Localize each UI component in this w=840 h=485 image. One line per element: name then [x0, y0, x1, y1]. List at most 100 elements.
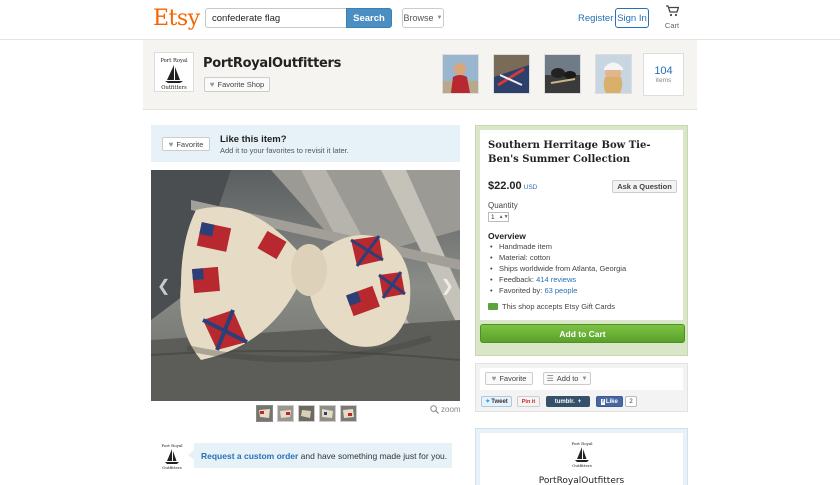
shop-card-logo[interactable]: Port Royal Outfitters: [568, 439, 596, 469]
tumblr-button[interactable]: tumblr. +: [546, 396, 590, 407]
custom-order-box: Request a custom order and have somethin…: [188, 443, 452, 468]
feedback-reviews-link[interactable]: 414 reviews: [536, 275, 576, 284]
ask-a-question-button[interactable]: Ask a Question: [612, 180, 677, 193]
like-this-item-box: ♥ Favorite Like this item? Add it to you…: [151, 125, 460, 162]
chevron-down-icon: ▼: [581, 375, 588, 382]
image-thumbnail[interactable]: [340, 405, 357, 422]
sailboat-logo-icon: Port Royal Outfitters: [571, 441, 593, 468]
twitter-bird-icon: ✦: [485, 399, 491, 405]
browse-dropdown[interactable]: Browse ▼: [402, 8, 444, 28]
cart-button[interactable]: Cart: [663, 5, 681, 30]
svg-text:Port Royal: Port Royal: [571, 441, 593, 446]
browse-label: Browse: [403, 13, 434, 23]
shop-logo[interactable]: Port Royal Outfitters: [154, 52, 194, 92]
zoom-button[interactable]: zoom: [430, 405, 461, 414]
site-header: Etsy Search Browse ▼ Register Sign In Ca…: [0, 0, 840, 40]
bow-tie-photo: [151, 170, 460, 401]
overview-heading: Overview: [488, 231, 526, 241]
favorited-label: Favorited by:: [499, 286, 545, 295]
add-to-list-button[interactable]: ☰ Add to ▼: [543, 372, 591, 385]
shop-card-inner: Port Royal Outfitters PortRoyalOutfitter…: [480, 433, 683, 485]
shop-card: Port Royal Outfitters PortRoyalOutfitter…: [475, 428, 688, 485]
share-panel: ♥ Favorite ☰ Add to ▼ ✦ Tweet Pin it tum…: [475, 363, 688, 412]
svg-text:Port Royal: Port Royal: [160, 58, 188, 64]
svg-text:Outfitters: Outfitters: [162, 465, 182, 470]
like-label: Like: [605, 398, 618, 405]
request-custom-order-link[interactable]: Request a custom order: [201, 451, 298, 461]
svg-text:Port Royal: Port Royal: [161, 443, 183, 448]
shop-card-name[interactable]: PortRoyalOutfitters: [480, 476, 683, 485]
tweet-button[interactable]: ✦ Tweet: [481, 396, 512, 407]
search-button[interactable]: Search: [346, 8, 392, 28]
etsy-logo[interactable]: Etsy: [153, 6, 200, 31]
overview-item: Handmade item: [488, 241, 626, 252]
items-count-link[interactable]: 104 items: [643, 53, 684, 96]
heart-icon: ♥: [491, 374, 497, 383]
image-thumbnails: [256, 405, 357, 422]
items-label: items: [655, 77, 672, 84]
image-thumbnail[interactable]: [256, 405, 273, 422]
sign-in-button[interactable]: Sign In: [615, 8, 649, 28]
shop-thumbnail[interactable]: [595, 54, 632, 94]
favorite-label: Favorite: [499, 374, 527, 383]
favorite-button[interactable]: ♥ Favorite: [485, 372, 533, 385]
sailboat-logo-icon: Port Royal Outfitters: [160, 58, 188, 91]
cart-icon: [665, 5, 679, 17]
shop-logo-small[interactable]: Port Royal Outfitters: [157, 441, 187, 471]
shop-banner: Port Royal Outfitters PortRoyalOutfitter…: [143, 40, 697, 110]
add-to-cart-button[interactable]: Add to Cart: [480, 324, 685, 343]
zoom-label: zoom: [441, 405, 461, 414]
favorite-button[interactable]: ♥ Favorite: [162, 137, 210, 151]
favorite-shop-label: Favorite Shop: [217, 80, 265, 89]
listing-main-image[interactable]: ❮ ❯: [151, 170, 460, 401]
quantity-label: Quantity: [488, 201, 518, 210]
gift-card-icon: [488, 303, 498, 310]
image-thumbnail[interactable]: [319, 405, 336, 422]
listing-details: Southern Herritage Bow Tie-Ben's Summer …: [480, 130, 683, 320]
like-count: 2: [625, 396, 637, 407]
feedback-label: Feedback:: [499, 275, 537, 284]
image-thumbnail[interactable]: [277, 405, 294, 422]
shop-thumbnail[interactable]: [493, 54, 530, 94]
add-to-label: Add to: [556, 374, 579, 383]
overview-list: Handmade item Material: cotton Ships wor…: [488, 241, 626, 296]
purchase-panel: Southern Herritage Bow Tie-Ben's Summer …: [475, 125, 688, 356]
list-icon: ☰: [546, 374, 554, 383]
cart-label: Cart: [664, 21, 680, 30]
facebook-like-button[interactable]: f Like: [596, 396, 623, 407]
favorited-people-link[interactable]: 63 people: [544, 286, 577, 295]
next-arrow-icon[interactable]: ❯: [441, 276, 454, 296]
chevron-down-icon: ▲▼: [498, 214, 509, 220]
magnifier-icon: [430, 405, 439, 414]
overview-item: Favorited by: 63 people: [488, 285, 626, 296]
overview-item: Ships worldwide from Atlanta, Georgia: [488, 263, 626, 274]
tweet-label: Tweet: [491, 398, 508, 405]
currency-code: USD: [523, 184, 538, 191]
image-thumbnail[interactable]: [298, 405, 315, 422]
svg-text:Outfitters: Outfitters: [161, 85, 187, 91]
custom-order-text: and have something made just for you.: [298, 451, 448, 461]
shop-thumbnail[interactable]: [442, 54, 479, 94]
svg-text:Outfitters: Outfitters: [572, 463, 592, 468]
heart-icon: ♥: [209, 80, 215, 89]
favorite-addto-bar: ♥ Favorite ☰ Add to ▼: [480, 368, 683, 390]
search-input[interactable]: [205, 8, 347, 28]
gift-cards-note: This shop accepts Etsy Gift Cards: [488, 302, 615, 311]
shop-name[interactable]: PortRoyalOutfitters: [203, 56, 341, 71]
previous-arrow-icon[interactable]: ❮: [157, 276, 170, 296]
tumblr-label: tumblr.: [554, 398, 575, 405]
like-title: Like this item?: [220, 134, 287, 145]
quantity-select[interactable]: 1 ▲▼: [488, 212, 509, 222]
overview-item: Material: cotton: [488, 252, 626, 263]
shop-thumbnail[interactable]: [544, 54, 581, 94]
items-count: 104: [654, 65, 673, 77]
favorite-shop-button[interactable]: ♥ Favorite Shop: [204, 77, 270, 92]
register-link[interactable]: Register: [578, 13, 613, 24]
pin-it-button[interactable]: Pin it: [517, 396, 540, 407]
facebook-icon: f: [601, 398, 605, 405]
favorite-label: Favorite: [176, 139, 204, 149]
chevron-down-icon: ▼: [436, 15, 443, 21]
overview-item: Feedback: 414 reviews: [488, 274, 626, 285]
like-subtitle: Add it to your favorites to revisit it l…: [220, 146, 349, 155]
gift-cards-text: This shop accepts Etsy Gift Cards: [502, 302, 615, 311]
